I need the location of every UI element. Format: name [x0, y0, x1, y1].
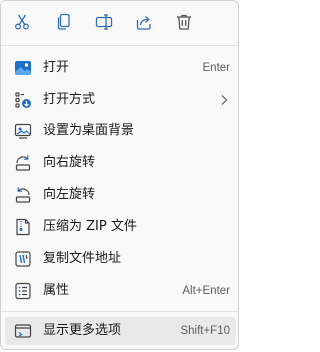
share-button[interactable]	[132, 10, 156, 34]
image-icon	[14, 59, 32, 77]
menu-item-label: 复制文件地址	[43, 251, 122, 266]
delete-icon	[177, 14, 191, 30]
zip-icon	[14, 218, 32, 236]
menu-item-compress-zip[interactable]: 压缩为 ZIP 文件	[5, 213, 236, 241]
properties-icon	[14, 282, 32, 300]
menu-item-rotate-right[interactable]: 向右旋转	[5, 149, 236, 177]
rotate-left-icon	[14, 186, 32, 204]
menu-divider	[1, 311, 238, 312]
open-with-icon	[14, 91, 32, 109]
context-menu: 打开 Enter 打开方式 设置为桌面背景 向右旋转 向左旋转 压缩为 ZIP …	[0, 0, 239, 350]
share-icon	[136, 16, 151, 30]
quick-actions-toolbar	[1, 1, 238, 45]
menu-item-show-more-options[interactable]: 显示更多选项 Shift+F10	[5, 317, 236, 345]
menu-item-open[interactable]: 打开 Enter	[5, 54, 236, 82]
copy-path-icon	[14, 250, 32, 268]
menu-item-label: 压缩为 ZIP 文件	[43, 219, 137, 234]
menu-item-label: 向左旋转	[43, 187, 96, 202]
delete-button[interactable]	[172, 10, 196, 34]
menu-item-properties[interactable]: 属性 Alt+Enter	[5, 277, 236, 305]
shortcut-text: Shift+F10	[180, 325, 230, 337]
menu-item-label: 设置为桌面背景	[43, 123, 135, 138]
chevron-right-icon	[221, 95, 228, 105]
rename-icon	[95, 14, 113, 30]
copy-icon	[57, 13, 70, 30]
cut-icon	[15, 14, 29, 30]
toolbar-divider	[1, 45, 238, 46]
menu-item-label: 向右旋转	[43, 155, 96, 170]
menu-item-rotate-left[interactable]: 向左旋转	[5, 181, 236, 209]
more-options-icon	[14, 322, 32, 340]
shortcut-text: Alt+Enter	[182, 285, 230, 297]
menu-item-label: 属性	[43, 283, 70, 298]
menu-item-set-wallpaper[interactable]: 设置为桌面背景	[5, 117, 236, 145]
menu-item-label: 打开方式	[43, 92, 96, 107]
cut-button[interactable]	[10, 10, 34, 34]
rotate-right-icon	[14, 154, 32, 172]
copy-button[interactable]	[52, 10, 76, 34]
wallpaper-icon	[14, 122, 32, 140]
menu-item-open-with[interactable]: 打开方式	[5, 86, 236, 114]
menu-item-label: 显示更多选项	[43, 323, 122, 338]
menu-item-copy-path[interactable]: 复制文件地址	[5, 245, 236, 273]
shortcut-text: Enter	[202, 62, 231, 74]
menu-item-label: 打开	[43, 60, 70, 75]
rename-button[interactable]	[92, 10, 116, 34]
